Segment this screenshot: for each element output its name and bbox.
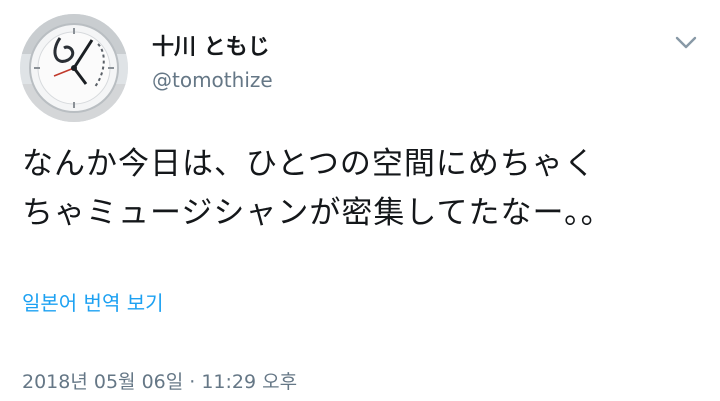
translate-tweet-link[interactable]: 일본어 번역 보기	[22, 289, 164, 317]
tweet-text-line: ちゃミュージシャンが密集してたなー。。	[22, 195, 613, 231]
tweet-text: なんか今日は、ひとつの空間にめちゃく ちゃミュージシャンが密集してたなー。。	[22, 140, 712, 238]
display-name[interactable]: 十川 ともじ	[152, 34, 273, 62]
tweet-header: 十川 ともじ @tomothize	[152, 34, 273, 94]
tweet-card: 十川 ともじ @tomothize なんか今日は、ひとつの空間にめちゃく ちゃミ…	[0, 0, 720, 401]
tweet-text-line: なんか今日は、ひとつの空間にめちゃく	[22, 146, 596, 182]
avatar[interactable]	[20, 14, 128, 122]
user-handle[interactable]: @tomothize	[152, 66, 273, 94]
chevron-down-icon	[675, 36, 697, 49]
tweet-menu-button[interactable]	[672, 30, 700, 54]
tweet-timestamp[interactable]: 2018년 05월 06일 · 11:29 오후	[22, 368, 297, 396]
clock-avatar-icon	[20, 14, 128, 122]
